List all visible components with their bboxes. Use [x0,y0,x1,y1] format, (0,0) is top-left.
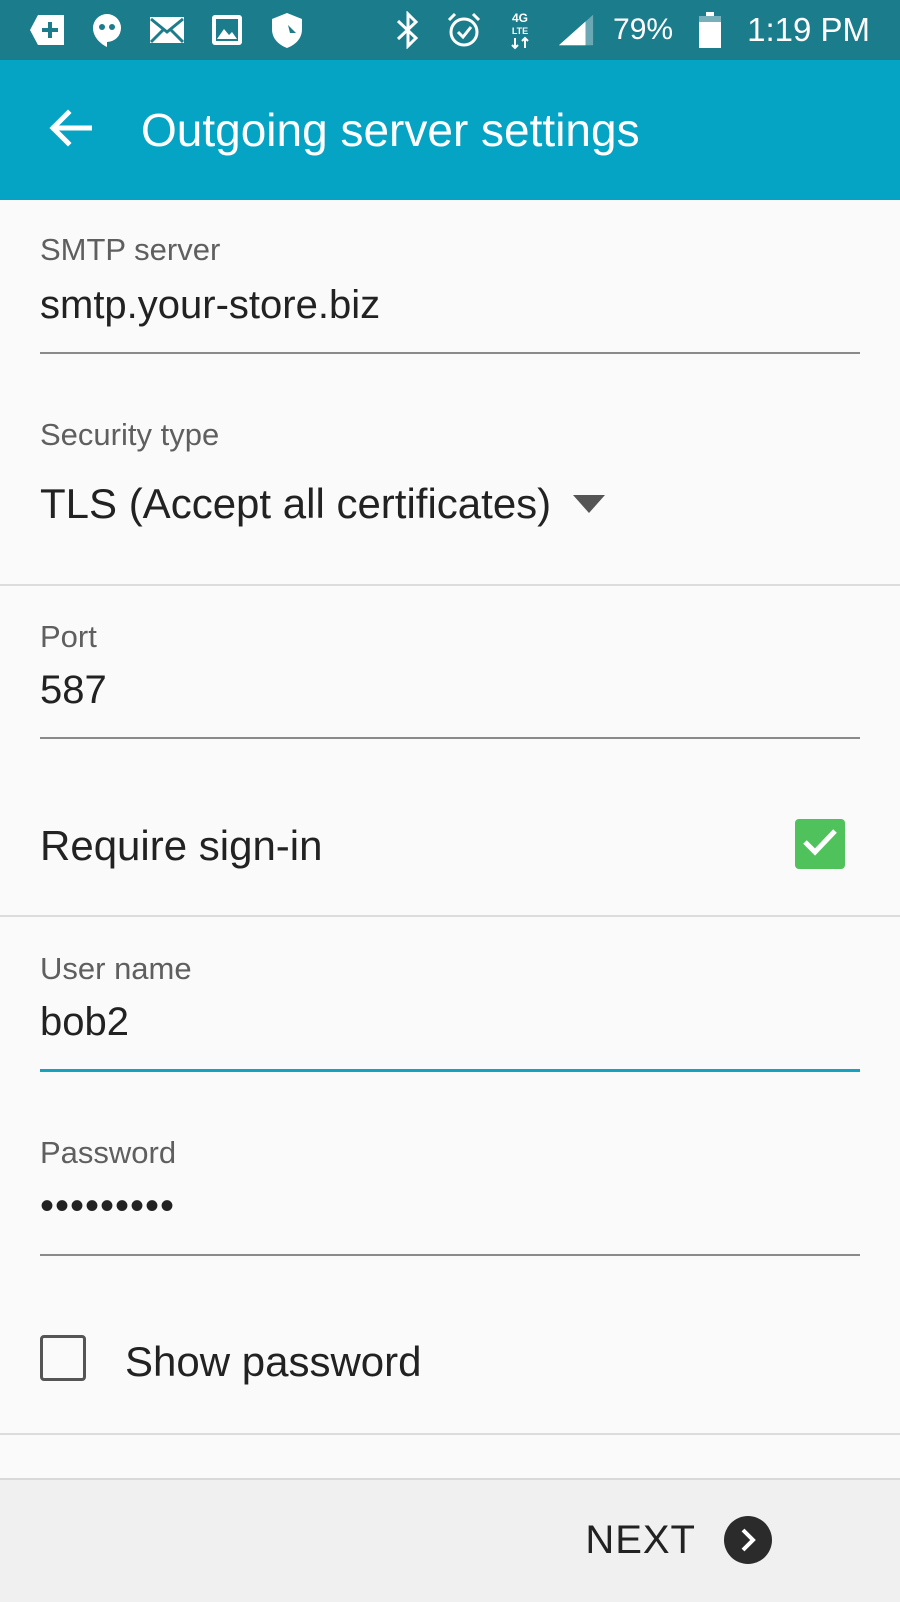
alarm-icon [445,11,483,49]
chevron-right-icon [724,1516,772,1564]
bottom-bar: NEXT [0,1478,900,1602]
hangouts-icon [88,11,126,49]
require-signin-checkbox[interactable] [795,819,845,869]
password-label: Password [40,1135,177,1170]
add-notification-icon [28,11,66,49]
status-time: 1:19 PM [747,11,870,48]
next-button[interactable]: NEXT [585,1516,772,1564]
app-bar: Outgoing server settings [0,60,900,200]
divider [0,915,900,917]
port-underline [40,737,860,739]
divider [0,584,900,586]
show-password-label[interactable]: Show password [125,1338,421,1386]
email-icon [148,11,186,49]
security-shield-icon [268,11,306,49]
arrow-back-icon [48,108,93,153]
username-input[interactable]: bob2 [40,1000,129,1045]
require-signin-label: Require sign-in [40,822,323,869]
divider [0,1433,900,1435]
svg-text:4G: 4G [512,11,528,25]
security-type-value: TLS (Accept all certificates) [40,480,552,527]
back-button[interactable] [40,105,100,155]
battery-icon [691,11,729,49]
port-input[interactable]: 587 [40,668,107,713]
svg-text:LTE: LTE [512,26,528,36]
smtp-server-underline [40,352,860,354]
port-label: Port [40,619,97,654]
username-underline [40,1069,860,1072]
dropdown-arrow-icon [573,495,606,513]
next-label: NEXT [585,1517,696,1562]
password-underline [40,1254,860,1256]
show-password-checkbox[interactable] [40,1335,86,1381]
signal-icon [557,11,595,49]
smtp-server-label: SMTP server [40,232,221,267]
check-icon [802,827,838,862]
status-bar: 4G LTE 79% 1:19 PM [0,0,900,60]
bluetooth-icon [389,11,427,49]
security-type-label: Security type [40,417,220,452]
lte-icon: 4G LTE [501,11,539,50]
password-input[interactable]: ••••••••• [40,1184,175,1229]
gallery-icon [208,11,246,49]
battery-percent: 79% [613,13,674,46]
page-title: Outgoing server settings [141,104,640,156]
smtp-server-input[interactable]: smtp.your-store.biz [40,283,380,328]
security-type-dropdown[interactable]: TLS (Accept all certificates) [40,480,606,528]
username-label: User name [40,951,192,986]
